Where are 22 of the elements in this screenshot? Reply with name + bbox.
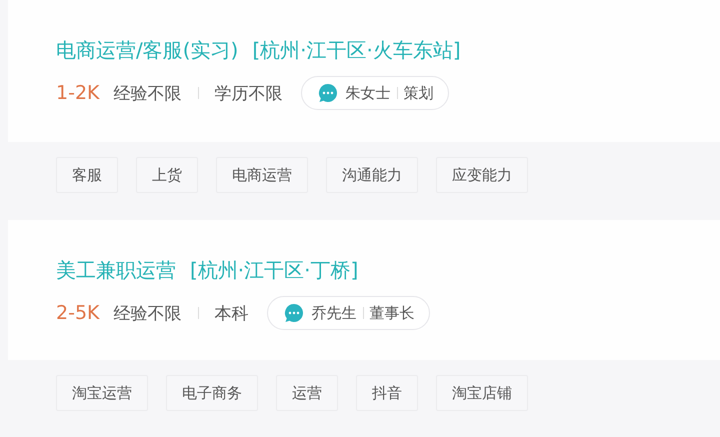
skill-tag: 抖音 <box>356 374 418 410</box>
skill-tag: 应变能力 <box>436 157 528 193</box>
salary-text: 1-2K <box>56 82 100 104</box>
skill-tag: 电子商务 <box>166 374 258 410</box>
education-text: 学历不限 <box>214 82 282 104</box>
job-location: [杭州·江干区·火车东站] <box>252 37 461 64</box>
chat-bubble-icon <box>318 83 338 103</box>
skill-tag: 淘宝运营 <box>56 374 148 410</box>
experience-text: 经验不限 <box>114 302 182 324</box>
salary-text: 2-5K <box>56 302 100 324</box>
skill-tag: 客服 <box>56 157 118 193</box>
contact-chip[interactable]: 朱女士 策划 <box>300 76 448 110</box>
skill-tag: 淘宝店铺 <box>436 374 528 410</box>
chat-bubble-icon <box>284 303 304 323</box>
education-text: 本科 <box>214 302 248 324</box>
job-location: [杭州·江干区·丁桥] <box>190 257 358 284</box>
skill-tag: 运营 <box>276 374 338 410</box>
skill-tag: 上货 <box>136 157 198 193</box>
skill-tag: 沟通能力 <box>326 157 418 193</box>
contact-chip[interactable]: 乔先生 董事长 <box>266 296 430 330</box>
experience-text: 经验不限 <box>114 82 182 104</box>
skill-tag: 电商运营 <box>216 157 308 193</box>
